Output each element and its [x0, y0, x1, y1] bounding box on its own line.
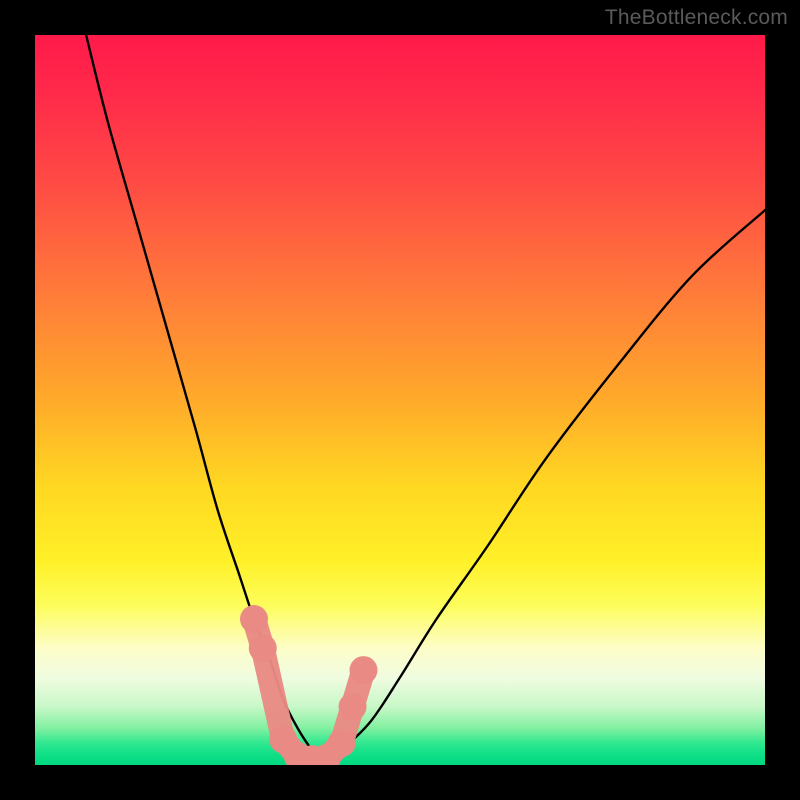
bottleneck-curve [86, 35, 765, 765]
watermark-text: TheBottleneck.com [605, 6, 788, 30]
highlight-markers [240, 605, 378, 765]
curve-svg [35, 35, 765, 765]
plot-area [35, 35, 765, 765]
chart-container: TheBottleneck.com [0, 0, 800, 800]
marker-point [249, 634, 277, 662]
marker-point [240, 605, 268, 633]
marker-point [339, 693, 367, 721]
marker-point [350, 656, 378, 684]
marker-point [328, 729, 356, 757]
